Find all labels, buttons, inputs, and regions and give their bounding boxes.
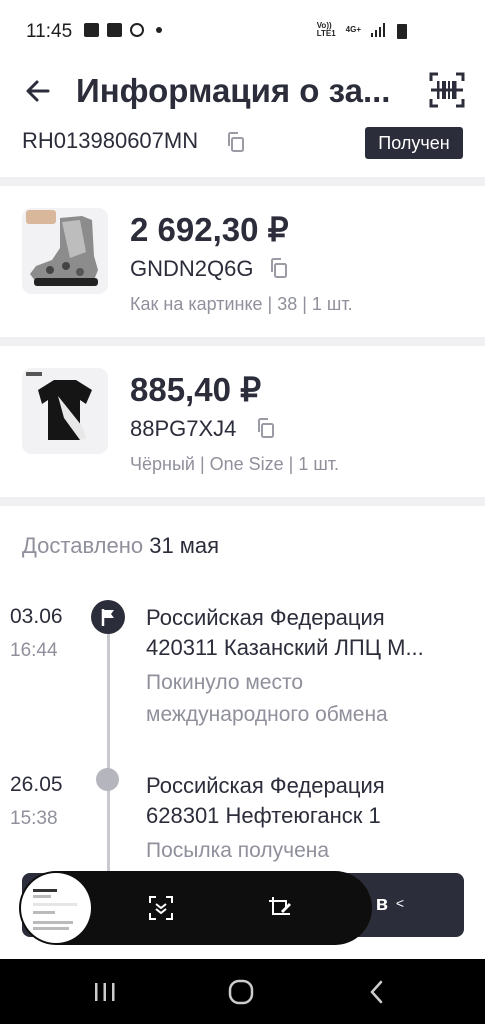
bottom-action-label: в xyxy=(375,893,388,915)
page-title: Информация о за... xyxy=(76,72,391,109)
copy-icon[interactable] xyxy=(225,131,247,153)
blocked-icon xyxy=(130,23,144,37)
order-item[interactable]: 885,40 ₽ 88PG7XJ4 Чёрный | One Size | 1 … xyxy=(0,346,485,496)
back-nav-icon[interactable] xyxy=(362,977,392,1007)
event-location: 420311 Казанский ЛПЦ М... xyxy=(146,635,424,660)
tracking-row: RH013980607MN Получен xyxy=(0,122,485,177)
scroll-capture-icon[interactable] xyxy=(148,895,174,921)
item-sku: 88PG7XJ4 xyxy=(130,416,237,441)
copy-icon[interactable] xyxy=(255,417,277,439)
product-image-boots xyxy=(22,208,108,294)
divider xyxy=(0,177,485,186)
network-type-label: 4G+ xyxy=(345,25,361,34)
delivered-date: 31 мая xyxy=(149,533,220,558)
flag-icon xyxy=(91,600,125,634)
delivered-status: Доставлено 31 мая xyxy=(22,533,219,559)
item-price: 2 692,30 ₽ xyxy=(130,211,289,248)
system-nav-bar xyxy=(0,959,485,1024)
event-location: 628301 Нефтеюганск 1 xyxy=(146,803,381,828)
status-badge: Получен xyxy=(365,127,463,159)
copy-icon[interactable] xyxy=(268,257,290,279)
event-time: 16:44 xyxy=(10,640,58,661)
home-icon[interactable] xyxy=(226,977,256,1007)
share-icon: < xyxy=(395,895,404,911)
recent-apps-icon[interactable] xyxy=(90,977,120,1007)
order-item[interactable]: 2 692,30 ₽ GNDN2Q6G Как на картинке | 38… xyxy=(0,186,485,336)
delivered-label: Доставлено xyxy=(22,533,144,558)
timeline-line xyxy=(107,620,110,890)
event-location: Российская Федерация xyxy=(146,605,385,630)
crop-edit-icon[interactable] xyxy=(267,895,293,921)
event-date: 03.06 xyxy=(10,605,63,628)
divider xyxy=(0,497,485,506)
battery-icon xyxy=(397,24,407,39)
tracking-number: RH013980607MN xyxy=(22,128,199,153)
youtube-icon xyxy=(107,23,122,37)
screenshot-preview[interactable] xyxy=(21,873,91,943)
event-date: 26.05 xyxy=(10,773,63,796)
network-status: Vo)) LTE1 4G+ xyxy=(317,22,385,38)
divider xyxy=(0,337,485,346)
event-location: Российская Федерация xyxy=(146,773,385,798)
product-image-tshirt xyxy=(22,368,108,454)
signal-icon xyxy=(371,23,385,37)
gallery-icon xyxy=(84,23,99,37)
item-sku: GNDN2Q6G xyxy=(130,256,254,281)
more-dot-icon xyxy=(156,27,162,33)
event-time: 15:38 xyxy=(10,808,58,829)
app-header: Информация о за... xyxy=(0,62,485,122)
notification-icons xyxy=(84,23,162,37)
status-time: 11:45 xyxy=(26,21,73,42)
item-variant: Чёрный | One Size | 1 шт. xyxy=(130,454,340,474)
barcode-icon[interactable] xyxy=(429,72,465,108)
item-variant: Как на картинке | 38 | 1 шт. xyxy=(130,294,353,314)
arrow-left-icon[interactable] xyxy=(22,75,54,107)
screenshot-toolbar xyxy=(19,871,372,945)
event-description: Посылка получена xyxy=(146,839,330,862)
item-price: 885,40 ₽ xyxy=(130,371,262,408)
lte-label: LTE1 xyxy=(316,29,336,38)
status-bar: 11:45 Vo)) LTE1 4G+ xyxy=(0,0,485,62)
event-description: Покинуло место международного обмена xyxy=(146,671,388,726)
timeline-dot xyxy=(96,768,119,791)
